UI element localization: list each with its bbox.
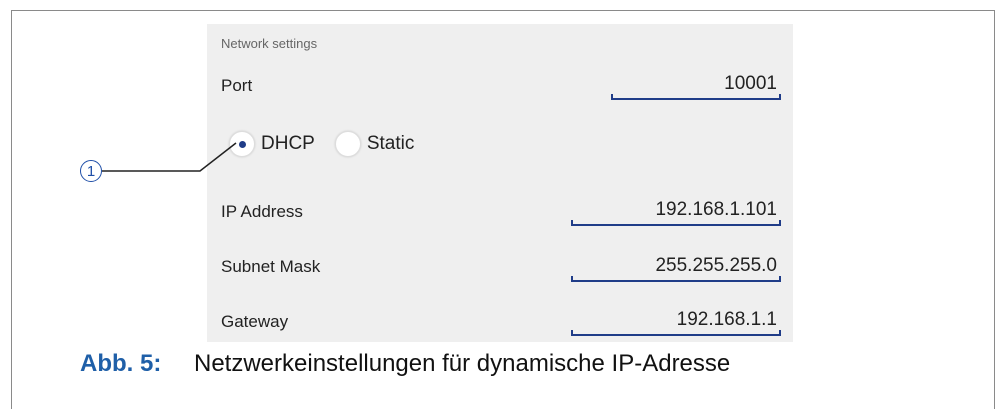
caption-number: Abb. 5: (80, 350, 162, 377)
callout-number: 1 (80, 160, 102, 182)
caption-text: Netzwerkeinstellungen für dynamische IP-… (194, 350, 731, 377)
callout-leader-line (102, 142, 237, 172)
figure-caption: Abb. 5: Netzwerkeinstellungen für dynami… (80, 350, 730, 378)
